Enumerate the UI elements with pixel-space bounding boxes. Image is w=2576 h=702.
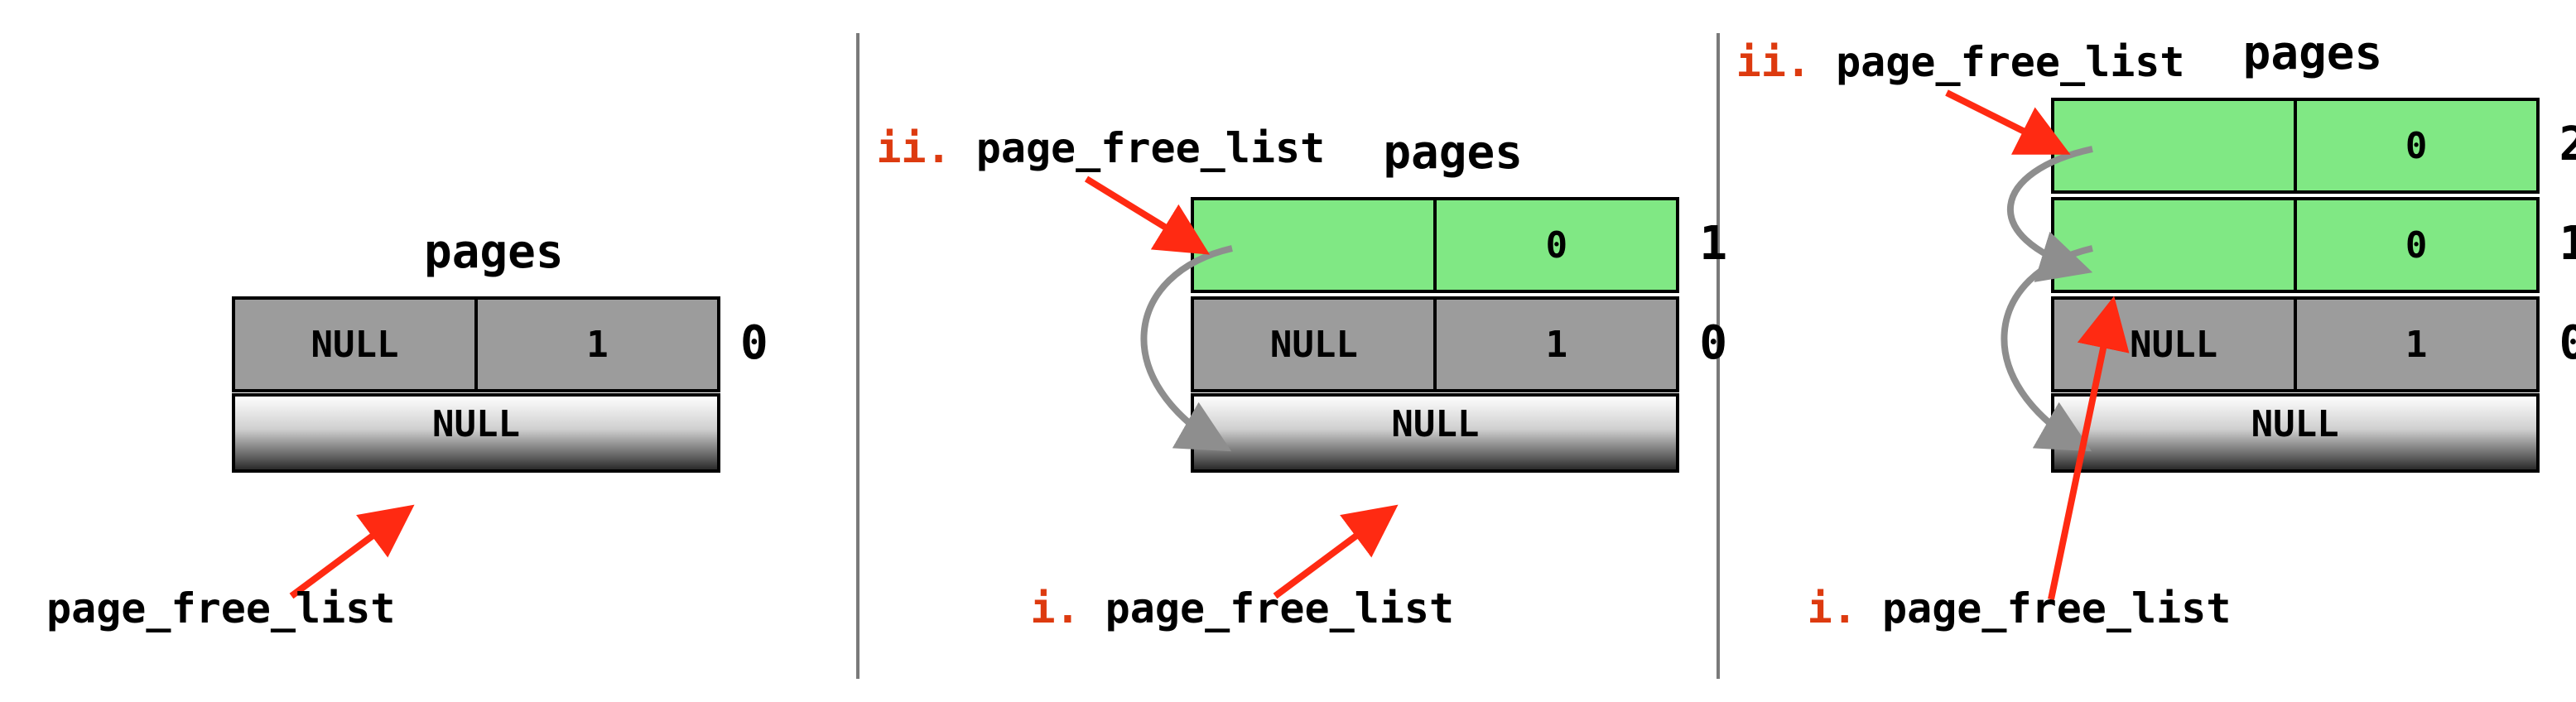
- link-arrow: [1100, 240, 1240, 472]
- diagram-panels: pages NULL 1 0 NULL page_free_list pages…: [0, 0, 2576, 702]
- arrow-page-free-list-ii: [1938, 84, 2079, 184]
- label-page-free-list-ii: ii. page_free_list: [1736, 38, 2185, 86]
- page-row-1: 0: [1191, 197, 1679, 293]
- row-index: 2: [2559, 118, 2576, 171]
- page-ref-cell: 0: [2294, 200, 2536, 290]
- array-title: pages: [1383, 126, 1523, 180]
- array-title: pages: [424, 225, 564, 279]
- panel-step-2: pages 0 1 NULL 1 0 NULL ii. page_free_li…: [859, 0, 1716, 702]
- page-ref-cell: 0: [1433, 200, 1676, 290]
- arrow-page-free-list-ii: [1078, 171, 1219, 270]
- page-ref-cell: 0: [2294, 101, 2536, 190]
- ground-null: NULL: [232, 393, 720, 473]
- page-row-0: NULL 1: [1191, 296, 1679, 392]
- label-page-free-list-i: i. page_free_list: [1030, 584, 1454, 632]
- arrow-page-free-list-i: [2034, 293, 2134, 608]
- label-page-free-list-ii: ii. page_free_list: [876, 124, 1325, 172]
- page-row-0: NULL 1: [232, 296, 720, 392]
- page-row-2: 0: [2051, 98, 2540, 194]
- panel-step-3: pages 0 2 0 1 NULL 1 0 NULL ii. page_fre…: [1720, 0, 2576, 702]
- page-row-1: 0: [2051, 197, 2540, 293]
- ground-null: NULL: [1191, 393, 1679, 473]
- array-title: pages: [2243, 26, 2383, 80]
- page-link-cell: NULL: [235, 300, 474, 389]
- page-ref-cell: 1: [1433, 300, 1676, 389]
- panel-step-1: pages NULL 1 0 NULL page_free_list: [0, 0, 856, 702]
- label-page-free-list: page_free_list: [46, 584, 395, 632]
- row-index: 0: [740, 316, 768, 370]
- row-index: 1: [2559, 217, 2576, 271]
- page-ref-cell: 1: [2294, 300, 2536, 389]
- label-page-free-list-i: i. page_free_list: [1808, 584, 2232, 632]
- row-index: 0: [2559, 316, 2576, 370]
- page-ref-cell: 1: [474, 300, 717, 389]
